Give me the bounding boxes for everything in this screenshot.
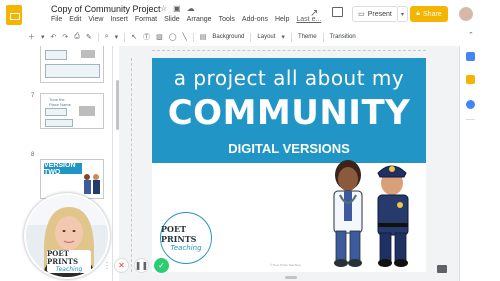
activity-trend-icon[interactable]: ↗ bbox=[310, 8, 318, 19]
menu-format[interactable]: Format bbox=[135, 16, 157, 23]
title-icons: ☆ ▣ ☁ bbox=[160, 4, 195, 13]
chevron-down-icon: ▾ bbox=[400, 11, 404, 18]
slide-script-line[interactable]: a project all about my bbox=[152, 66, 426, 90]
chevron-down-icon[interactable]: ▾ bbox=[41, 33, 45, 41]
thumb-image bbox=[79, 106, 95, 116]
share-label: Share bbox=[423, 10, 442, 18]
thumb-box bbox=[45, 50, 67, 60]
keep-icon[interactable] bbox=[466, 75, 475, 84]
thumb-image bbox=[81, 50, 95, 58]
toolbar-background-button[interactable]: Background bbox=[212, 34, 244, 40]
toolbar-divider bbox=[322, 32, 324, 42]
avatar[interactable] bbox=[459, 7, 473, 21]
title-banner: a project all about my COMMUNITY DIGITAL… bbox=[152, 58, 426, 163]
toolbar-divider bbox=[290, 32, 292, 42]
menu-arrange[interactable]: Arrange bbox=[187, 16, 212, 23]
present-label: Present bbox=[367, 10, 392, 18]
thumb-box bbox=[45, 64, 100, 78]
menu-insert[interactable]: Insert bbox=[110, 16, 128, 23]
image-icon[interactable]: ▨ bbox=[156, 33, 163, 41]
menu-tools[interactable]: Tools bbox=[219, 16, 235, 23]
collapse-menus-icon[interactable]: ⌃ bbox=[468, 31, 474, 39]
chevron-down-icon[interactable]: ▾ bbox=[281, 33, 285, 41]
notes-drag-handle[interactable] bbox=[285, 276, 297, 279]
select-cursor-icon[interactable]: ↖ bbox=[131, 33, 137, 41]
menu-help[interactable]: Help bbox=[275, 16, 289, 23]
comment-icon[interactable] bbox=[332, 7, 343, 17]
menu-addons[interactable]: Add-ons bbox=[242, 16, 268, 23]
folder-icon[interactable]: ▣ bbox=[173, 4, 181, 13]
calendar-icon[interactable] bbox=[466, 52, 475, 61]
redo-icon[interactable]: ↷ bbox=[62, 33, 68, 41]
speaker-notes-icon[interactable] bbox=[437, 265, 447, 273]
side-panel-divider bbox=[466, 119, 475, 120]
zoom-icon[interactable]: ⌕ bbox=[105, 33, 109, 41]
menu-view[interactable]: View bbox=[88, 16, 103, 23]
paint-format-icon[interactable]: ✎ bbox=[86, 33, 92, 41]
logo-line2: Teaching bbox=[170, 244, 202, 252]
chevron-down-icon[interactable]: ▾ bbox=[115, 33, 119, 41]
menu-slide[interactable]: Slide bbox=[164, 16, 180, 23]
tasks-icon[interactable] bbox=[466, 100, 475, 109]
police-figure bbox=[377, 165, 409, 267]
community-helpers-illustration[interactable] bbox=[320, 153, 426, 272]
slide-number: 8 bbox=[31, 152, 35, 158]
toolbar-divider bbox=[192, 32, 194, 42]
cancel-recording-button[interactable]: ✕ bbox=[114, 258, 129, 273]
present-options-button[interactable]: ▾ bbox=[398, 6, 408, 22]
present-button[interactable]: ▭ Present bbox=[352, 6, 398, 22]
undo-icon[interactable]: ↶ bbox=[51, 33, 57, 41]
toolbar-theme-button[interactable]: Theme bbox=[298, 34, 317, 40]
thumb-box bbox=[45, 119, 73, 127]
new-slide-icon[interactable]: ＋ bbox=[28, 32, 35, 42]
doctor-figure bbox=[333, 160, 363, 267]
thumb-figures bbox=[84, 174, 100, 194]
webcam-caption: POET PRINTS Teaching bbox=[47, 250, 91, 273]
document-title[interactable]: Copy of Community Project bbox=[51, 4, 161, 14]
logo-line1: POET PRINTS bbox=[161, 224, 197, 244]
toolbar-transition-button[interactable]: Transition bbox=[330, 34, 356, 40]
app-header: Copy of Community Project ☆ ▣ ☁ File Edi… bbox=[0, 0, 500, 30]
thumb-title: Tune the Place Name bbox=[49, 97, 71, 107]
poet-prints-logo[interactable]: POET PRINTS Teaching bbox=[160, 212, 212, 264]
menu-bar: File Edit View Insert Format Slide Arran… bbox=[51, 16, 321, 23]
toolbar: ＋ ▾ ↶ ↷ ⎙ ✎ ⌕ ▾ ↖ Ⓣ ▨ ◯ ╲ ▤ Background L… bbox=[28, 31, 458, 43]
cloud-saved-icon[interactable]: ☁ bbox=[187, 4, 195, 13]
slide-copyright: © Poet Prints Teaching bbox=[270, 263, 301, 267]
print-icon[interactable]: ⎙ bbox=[74, 33, 80, 41]
slides-logo-icon[interactable] bbox=[6, 5, 22, 25]
comment-add-icon[interactable]: ▤ bbox=[200, 33, 207, 41]
slide-thumbnail-7[interactable]: Tune the Place Name bbox=[40, 93, 104, 129]
thumb-box bbox=[45, 108, 67, 116]
present-screen-icon: ▭ bbox=[358, 11, 365, 18]
slide-thumbnail-6[interactable] bbox=[40, 46, 104, 83]
line-icon[interactable]: ╲ bbox=[183, 33, 187, 41]
top-guide bbox=[152, 50, 426, 51]
caption-line2: Teaching bbox=[55, 266, 83, 273]
drag-handle-icon[interactable]: ⋮ bbox=[103, 261, 111, 270]
toolbar-divider bbox=[124, 32, 126, 42]
check-icon: ✓ bbox=[158, 261, 165, 270]
close-icon: ✕ bbox=[118, 261, 125, 270]
toolbar-divider bbox=[250, 32, 252, 42]
version-two-label: VERSION TWO bbox=[44, 162, 82, 176]
menu-file[interactable]: File bbox=[51, 16, 62, 23]
star-icon[interactable]: ☆ bbox=[160, 4, 167, 13]
text-box-icon[interactable]: Ⓣ bbox=[143, 32, 150, 42]
pause-icon: ❚❚ bbox=[134, 261, 149, 270]
side-panel bbox=[459, 46, 500, 281]
lock-icon: 🔒︎ bbox=[416, 10, 421, 17]
slide-number: 7 bbox=[31, 93, 35, 99]
caption-line1: POET PRINTS bbox=[47, 249, 79, 266]
shape-icon[interactable]: ◯ bbox=[169, 33, 177, 41]
finish-recording-button[interactable]: ✓ bbox=[154, 258, 169, 273]
pause-recording-button[interactable]: ❚❚ bbox=[134, 258, 149, 273]
share-button[interactable]: 🔒︎ Share bbox=[410, 6, 448, 22]
toolbar-divider bbox=[97, 32, 99, 42]
left-guide bbox=[131, 58, 132, 272]
slide-title[interactable]: COMMUNITY bbox=[152, 93, 426, 133]
toolbar-layout-button[interactable]: Layout bbox=[257, 34, 275, 40]
current-slide[interactable]: a project all about my COMMUNITY DIGITAL… bbox=[152, 58, 426, 272]
menu-edit[interactable]: Edit bbox=[69, 16, 81, 23]
